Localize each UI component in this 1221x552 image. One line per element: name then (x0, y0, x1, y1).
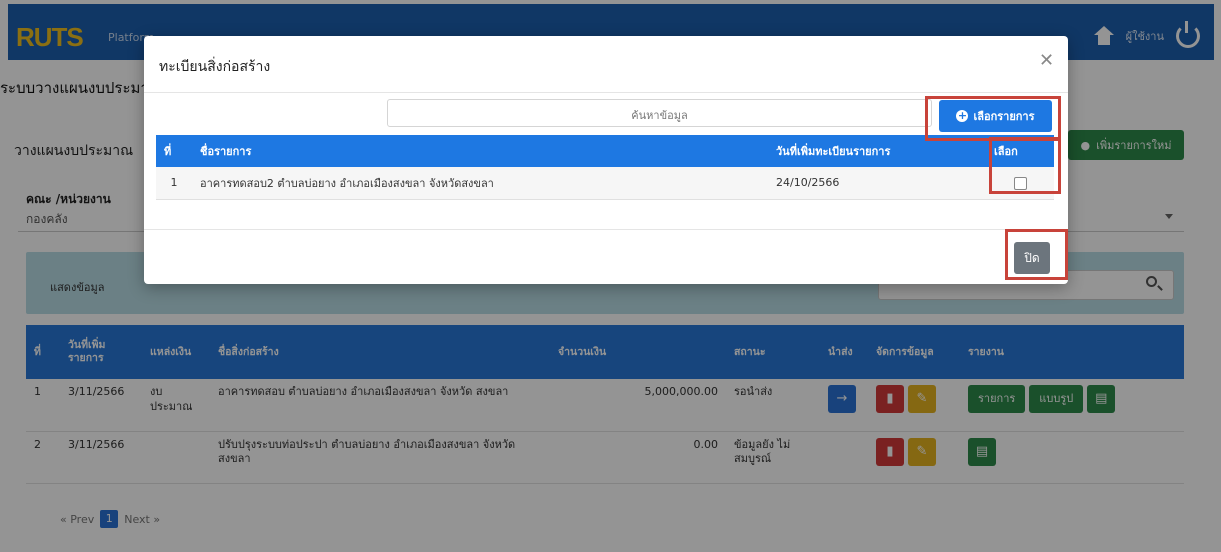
registry-row-no: 1 (156, 167, 192, 200)
close-icon[interactable]: ✕ (1039, 50, 1054, 71)
registry-header-row: ที่ ชื่อรายการ วันที่เพิ่มทะเบียนรายการ … (156, 135, 1054, 167)
registry-row-date: 24/10/2566 (768, 167, 986, 200)
modal-header-divider (144, 92, 1068, 93)
modal-footer-divider (144, 229, 1068, 230)
registry-table: ที่ ชื่อรายการ วันที่เพิ่มทะเบียนรายการ … (156, 135, 1054, 200)
registry-row: 1 อาคารทดสอบ2 ตำบลบ่อยาง อำเภอเมืองสงขลา… (156, 167, 1054, 200)
registry-col-name: ชื่อรายการ (192, 135, 768, 167)
highlight-close-button (1005, 229, 1068, 280)
modal-title: ทะเบียนสิ่งก่อสร้าง (159, 59, 271, 75)
highlight-select-checkbox (989, 137, 1061, 194)
construction-registry-modal: ทะเบียนสิ่งก่อสร้าง ✕ ค้นหาข้อมูล + เลือ… (144, 36, 1068, 284)
registry-row-name: อาคารทดสอบ2 ตำบลบ่อยาง อำเภอเมืองสงขลา จ… (192, 167, 768, 200)
modal-search-input[interactable]: ค้นหาข้อมูล (387, 99, 932, 127)
registry-col-no: ที่ (156, 135, 192, 167)
highlight-select-button (925, 96, 1061, 141)
